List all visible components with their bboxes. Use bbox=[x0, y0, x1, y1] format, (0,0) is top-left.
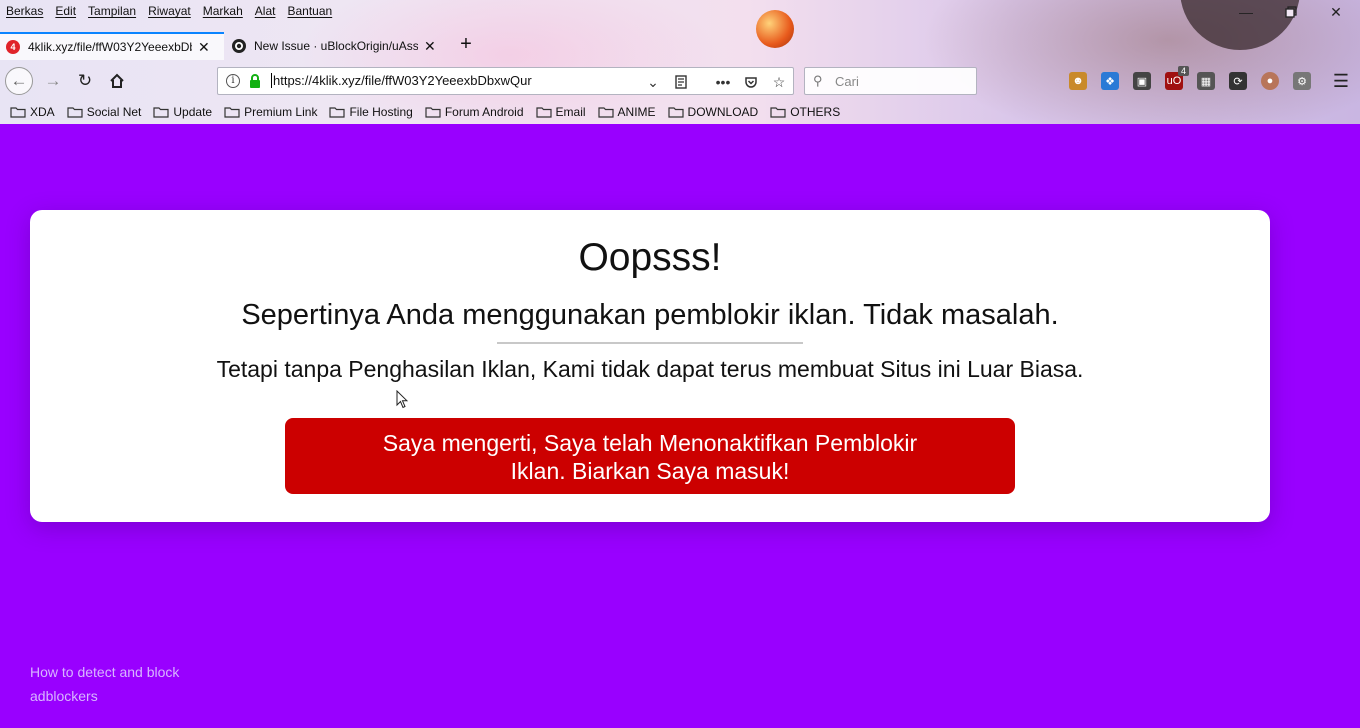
dropdown-chevron-icon[interactable]: ⌄ bbox=[643, 72, 663, 92]
bookmark-folder[interactable]: DOWNLOAD bbox=[667, 105, 759, 119]
bookmark-folder[interactable]: OTHERS bbox=[770, 105, 840, 119]
bookmark-label: Update bbox=[173, 105, 213, 119]
bookmark-folder[interactable]: File Hosting bbox=[329, 105, 413, 119]
puzzle-color-icon[interactable]: ❖ bbox=[1101, 72, 1119, 90]
hamburger-menu-icon[interactable]: ☰ bbox=[1327, 67, 1355, 95]
tab-close-icon[interactable]: ✕ bbox=[198, 39, 210, 56]
modal-subtitle: Sepertinya Anda menggunakan pemblokir ik… bbox=[241, 299, 1059, 331]
search-box[interactable]: ⚲ bbox=[804, 67, 977, 95]
monkey-icon[interactable]: ☻ bbox=[1069, 72, 1087, 90]
menu-bantuan[interactable]: Bantuan bbox=[281, 0, 338, 22]
folder-icon bbox=[153, 106, 169, 118]
bookmark-folder[interactable]: XDA bbox=[10, 105, 55, 119]
folder-icon bbox=[425, 106, 441, 118]
reader-view-icon[interactable] bbox=[671, 72, 691, 92]
tab-4klik[interactable]: 4 4klik.xyz/file/ffW03Y2YeeexbDbxwQur ✕ bbox=[0, 32, 224, 60]
page-actions-icon[interactable]: ••• bbox=[713, 72, 733, 92]
folder-icon bbox=[770, 106, 786, 118]
folder-icon bbox=[329, 106, 346, 118]
bookmark-label: XDA bbox=[30, 105, 55, 119]
address-bar[interactable]: i https://4klik.xyz/file/ffW03Y2YeeexbDb… bbox=[217, 67, 794, 95]
tab-close-icon[interactable]: ✕ bbox=[424, 38, 436, 55]
bookmark-folder[interactable]: Premium Link bbox=[224, 105, 317, 119]
menu-bar: Berkas Edit Tampilan Riwayat Markah Alat… bbox=[0, 0, 338, 22]
bookmark-folder[interactable]: ANIME bbox=[597, 105, 656, 119]
bookmark-label: Social Net bbox=[86, 105, 142, 119]
bookmark-label: Email bbox=[555, 105, 586, 119]
lock-icon[interactable] bbox=[249, 74, 261, 88]
menu-markah[interactable]: Markah bbox=[197, 0, 249, 22]
tab-title: New Issue · uBlockOrigin/uAssets bbox=[254, 39, 418, 53]
adblock-notice-modal: Oopsss! Sepertinya Anda menggunakan pemb… bbox=[30, 210, 1270, 522]
bookmark-label: ANIME bbox=[617, 105, 656, 119]
disabled-adblock-confirm-button[interactable]: Saya mengerti, Saya telah Menonaktifkan … bbox=[285, 418, 1015, 494]
browser-chrome: Berkas Edit Tampilan Riwayat Markah Alat… bbox=[0, 0, 1360, 124]
search-icon: ⚲ bbox=[813, 73, 823, 88]
home-icon bbox=[110, 73, 124, 88]
menu-berkas[interactable]: Berkas bbox=[0, 0, 49, 22]
bookmark-folder[interactable]: Update bbox=[153, 105, 212, 119]
site-info-icon[interactable]: i bbox=[226, 74, 240, 88]
search-input[interactable] bbox=[835, 72, 970, 90]
bookmark-folder[interactable]: Social Net bbox=[67, 105, 142, 119]
bookmark-label: DOWNLOAD bbox=[687, 105, 759, 119]
menu-alat[interactable]: Alat bbox=[249, 0, 282, 22]
bookmark-label: OTHERS bbox=[790, 105, 841, 119]
bookmarks-toolbar: XDA Social Net Update Premium Link File … bbox=[0, 101, 1360, 123]
bookmark-label: Forum Android bbox=[444, 105, 524, 119]
menu-edit[interactable]: Edit bbox=[49, 0, 82, 22]
back-button[interactable]: ← bbox=[5, 67, 33, 95]
menu-tampilan[interactable]: Tampilan bbox=[82, 0, 142, 22]
tab-title: 4klik.xyz/file/ffW03Y2YeeexbDbxwQur bbox=[28, 40, 192, 54]
mouse-cursor-icon bbox=[396, 390, 408, 409]
tab-favicon-4klik-icon: 4 bbox=[6, 40, 20, 54]
tab-github-issue[interactable]: New Issue · uBlockOrigin/uAssets ✕ bbox=[226, 32, 450, 60]
divider bbox=[497, 342, 803, 344]
bookmark-folder[interactable]: Email bbox=[535, 105, 586, 119]
home-button[interactable] bbox=[103, 67, 131, 95]
ublock-icon[interactable]: uO 4 bbox=[1165, 66, 1189, 90]
minimize-icon[interactable]: — bbox=[1236, 4, 1256, 20]
modal-message: Tetapi tanpa Penghasilan Iklan, Kami tid… bbox=[216, 356, 1084, 382]
url-text[interactable]: https://4klik.xyz/file/ffW03Y2YeeexbDbxw… bbox=[271, 73, 532, 88]
ublock-badge: 4 bbox=[1177, 66, 1189, 76]
folder-icon bbox=[667, 106, 684, 118]
forward-button[interactable]: → bbox=[39, 67, 67, 95]
image-icon[interactable]: ▣ bbox=[1133, 72, 1151, 90]
folder-icon bbox=[597, 106, 614, 118]
folder-icon bbox=[224, 106, 240, 118]
gear-ext-icon[interactable]: ⚙ bbox=[1293, 72, 1311, 90]
restore-icon[interactable] bbox=[1281, 4, 1301, 20]
pocket-icon[interactable] bbox=[741, 72, 761, 92]
modal-title: Oopsss! bbox=[578, 236, 722, 279]
bookmark-folder[interactable]: Forum Android bbox=[425, 105, 524, 119]
window-close-icon[interactable]: ✕ bbox=[1326, 4, 1346, 20]
github-icon bbox=[232, 39, 246, 53]
tab-bar: 4 4klik.xyz/file/ffW03Y2YeeexbDbxwQur ✕ … bbox=[0, 32, 1360, 60]
navigation-toolbar: ← → ↻ i https://4klik.xyz/file/ffW03Y2Ye… bbox=[0, 62, 1360, 100]
grid-icon[interactable]: ▦ bbox=[1197, 72, 1215, 90]
bookmark-star-icon[interactable]: ☆ bbox=[769, 72, 789, 92]
folder-icon bbox=[10, 106, 26, 118]
new-tab-icon[interactable]: + bbox=[454, 32, 478, 58]
folder-icon bbox=[535, 106, 552, 118]
sync-icon[interactable]: ⟳ bbox=[1229, 72, 1247, 90]
menu-riwayat[interactable]: Riwayat bbox=[142, 0, 197, 22]
avatar-ext-icon[interactable]: ● bbox=[1261, 72, 1279, 90]
reload-button[interactable]: ↻ bbox=[71, 67, 99, 95]
bookmark-label: Premium Link bbox=[244, 105, 318, 119]
adblock-detection-link[interactable]: How to detect and block adblockers bbox=[30, 660, 230, 708]
folder-icon bbox=[67, 106, 83, 118]
bookmark-label: File Hosting bbox=[349, 105, 413, 119]
